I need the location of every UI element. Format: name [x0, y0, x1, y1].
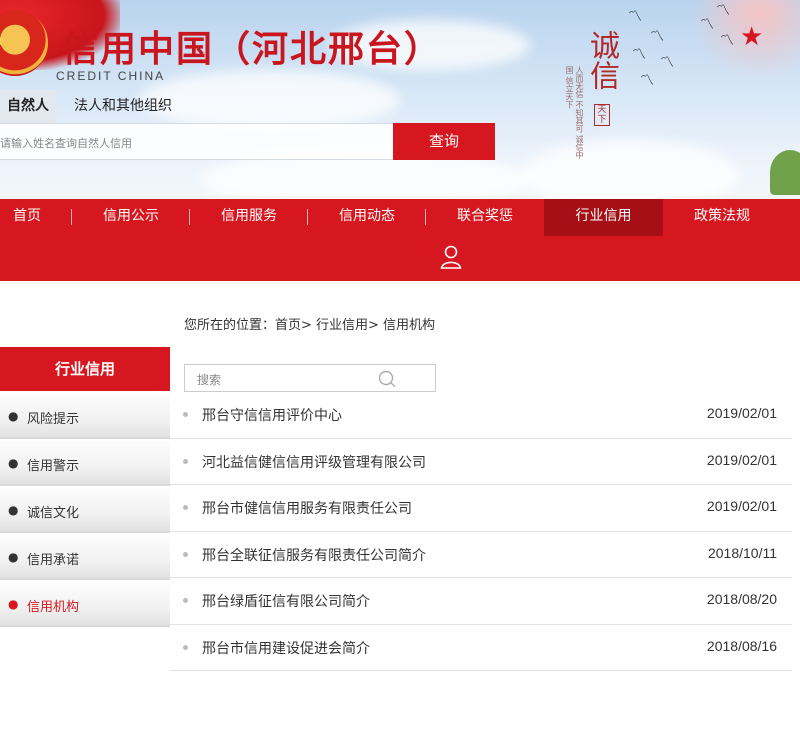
nav-item-joint-reward-punishment[interactable]: 联合奖惩	[426, 199, 544, 236]
list-item[interactable]: 河北益信健信信用评级管理有限公司 2019/02/01	[170, 439, 792, 485]
list-search-input[interactable]: 搜索	[184, 364, 436, 392]
list-item-date: 2018/08/20	[706, 591, 777, 607]
sidebar-title: 行业信用	[0, 347, 170, 391]
bird-icon: 〽	[640, 73, 654, 89]
tab-legal-entity[interactable]: 法人和其他组织	[58, 90, 188, 123]
nav-item-credit-service[interactable]: 信用服务	[190, 199, 308, 236]
list-item-title[interactable]: 邢台市健信信用服务有限责任公司	[202, 498, 412, 518]
calligraphy-text: 诚信	[584, 30, 619, 90]
nav-item-industry-credit[interactable]: 行业信用	[544, 199, 663, 236]
sidebar-item-label: 信用机构	[27, 600, 80, 615]
main-nav: 首页 信用公示 信用服务 信用动态 联合奖惩 行业信用 政策法规	[0, 199, 800, 281]
sidebar-item-risk-alert[interactable]: ● 风险提示	[0, 394, 170, 439]
list-item[interactable]: 邢台市信用建设促进会简介 2018/08/16	[170, 625, 792, 671]
bullet-icon	[183, 412, 188, 417]
tree-decoration	[770, 150, 800, 195]
list-item[interactable]: 邢台守信信用评价中心 2019/02/01	[170, 392, 792, 439]
nav-item-credit-news[interactable]: 信用动态	[308, 199, 426, 236]
search-placeholder: 请输入姓名查询自然人信用	[0, 137, 132, 150]
site-title: 信用中国（河北邢台）	[62, 29, 443, 70]
list-item-title[interactable]: 邢台全联征信服务有限责任公司简介	[202, 545, 426, 565]
agency-list: 邢台守信信用评价中心 2019/02/01 河北益信健信信用评级管理有限公司 2…	[170, 392, 792, 671]
bird-icon: 〽	[650, 29, 664, 45]
sidebar-item-credit-agency[interactable]: ● 信用机构	[0, 582, 170, 627]
bullet-icon: ●	[8, 550, 19, 564]
bird-icon: 〽	[700, 17, 714, 33]
list-item[interactable]: 邢台全联征信服务有限责任公司简介 2018/10/11	[170, 532, 792, 578]
breadcrumb: 您所在的位置：首页> 行业信用> 信用机构	[184, 318, 436, 333]
bird-icon: 〽	[716, 3, 730, 19]
sidebar-item-label: 诚信文化	[27, 506, 80, 521]
star-icon: ★	[740, 22, 764, 52]
bullet-icon	[183, 598, 188, 603]
list-item-date: 2019/02/01	[706, 405, 777, 421]
bullet-icon: ●	[8, 597, 19, 611]
list-item[interactable]: 邢台市健信信用服务有限责任公司 2019/02/01	[170, 485, 792, 532]
sidebar-item-credit-warning[interactable]: ● 信用警示	[0, 441, 170, 486]
bird-icon: 〽	[628, 9, 642, 25]
user-icon[interactable]	[440, 245, 462, 269]
bird-icon: 〽	[720, 33, 734, 49]
sidebar-item-integrity-culture[interactable]: ● 诚信文化	[0, 488, 170, 533]
list-item-title[interactable]: 邢台市信用建设促进会简介	[202, 638, 370, 658]
tab-natural-person[interactable]: 自然人	[0, 90, 56, 123]
list-item-date: 2018/10/11	[707, 544, 777, 561]
list-item[interactable]: 邢台绿盾征信有限公司简介 2018/08/20	[170, 578, 792, 625]
bird-icon: 〽	[632, 47, 646, 63]
header-banner: ★ 信用中国（河北邢台） CREDIT CHINA 诚信 天下 人而无信 不知其…	[0, 0, 800, 200]
list-item-date: 2018/08/16	[706, 637, 777, 654]
list-item-date: 2019/02/01	[706, 498, 777, 514]
bullet-icon	[183, 458, 188, 464]
search-icon[interactable]	[377, 370, 397, 388]
bullet-icon	[183, 551, 188, 557]
list-search-placeholder: 搜索	[197, 373, 222, 387]
bullet-icon: ●	[8, 409, 19, 423]
bullet-icon: ●	[8, 503, 19, 517]
bullet-icon	[183, 505, 188, 510]
search-button[interactable]: 查询	[393, 123, 495, 160]
list-item-title[interactable]: 河北益信健信信用评级管理有限公司	[202, 452, 426, 472]
bullet-icon	[183, 644, 188, 650]
nav-item-credit-publicity[interactable]: 信用公示	[72, 199, 190, 236]
list-item-date: 2019/02/01	[706, 451, 777, 468]
list-item-title[interactable]: 邢台守信信用评价中心	[202, 405, 342, 425]
sidebar-item-credit-commitment[interactable]: ● 信用承诺	[0, 535, 170, 580]
credit-search-input[interactable]: 请输入姓名查询自然人信用	[0, 123, 394, 160]
bullet-icon: ●	[8, 456, 19, 470]
seal-stamp: 天下	[594, 104, 610, 126]
nav-item-home[interactable]: 首页	[0, 199, 54, 236]
poem-text: 人而无信 不知其可 诚信中国 信立天下	[565, 66, 584, 160]
bird-icon: 〽	[660, 55, 674, 71]
nav-item-policy-regulation[interactable]: 政策法规	[663, 199, 781, 236]
site-subtitle: CREDIT CHINA	[56, 69, 166, 83]
list-item-title[interactable]: 邢台绿盾征信有限公司简介	[202, 591, 370, 611]
sidebar-item-label: 信用警示	[27, 459, 80, 474]
sidebar-item-label: 信用承诺	[27, 553, 80, 568]
sidebar-item-label: 风险提示	[27, 412, 80, 427]
